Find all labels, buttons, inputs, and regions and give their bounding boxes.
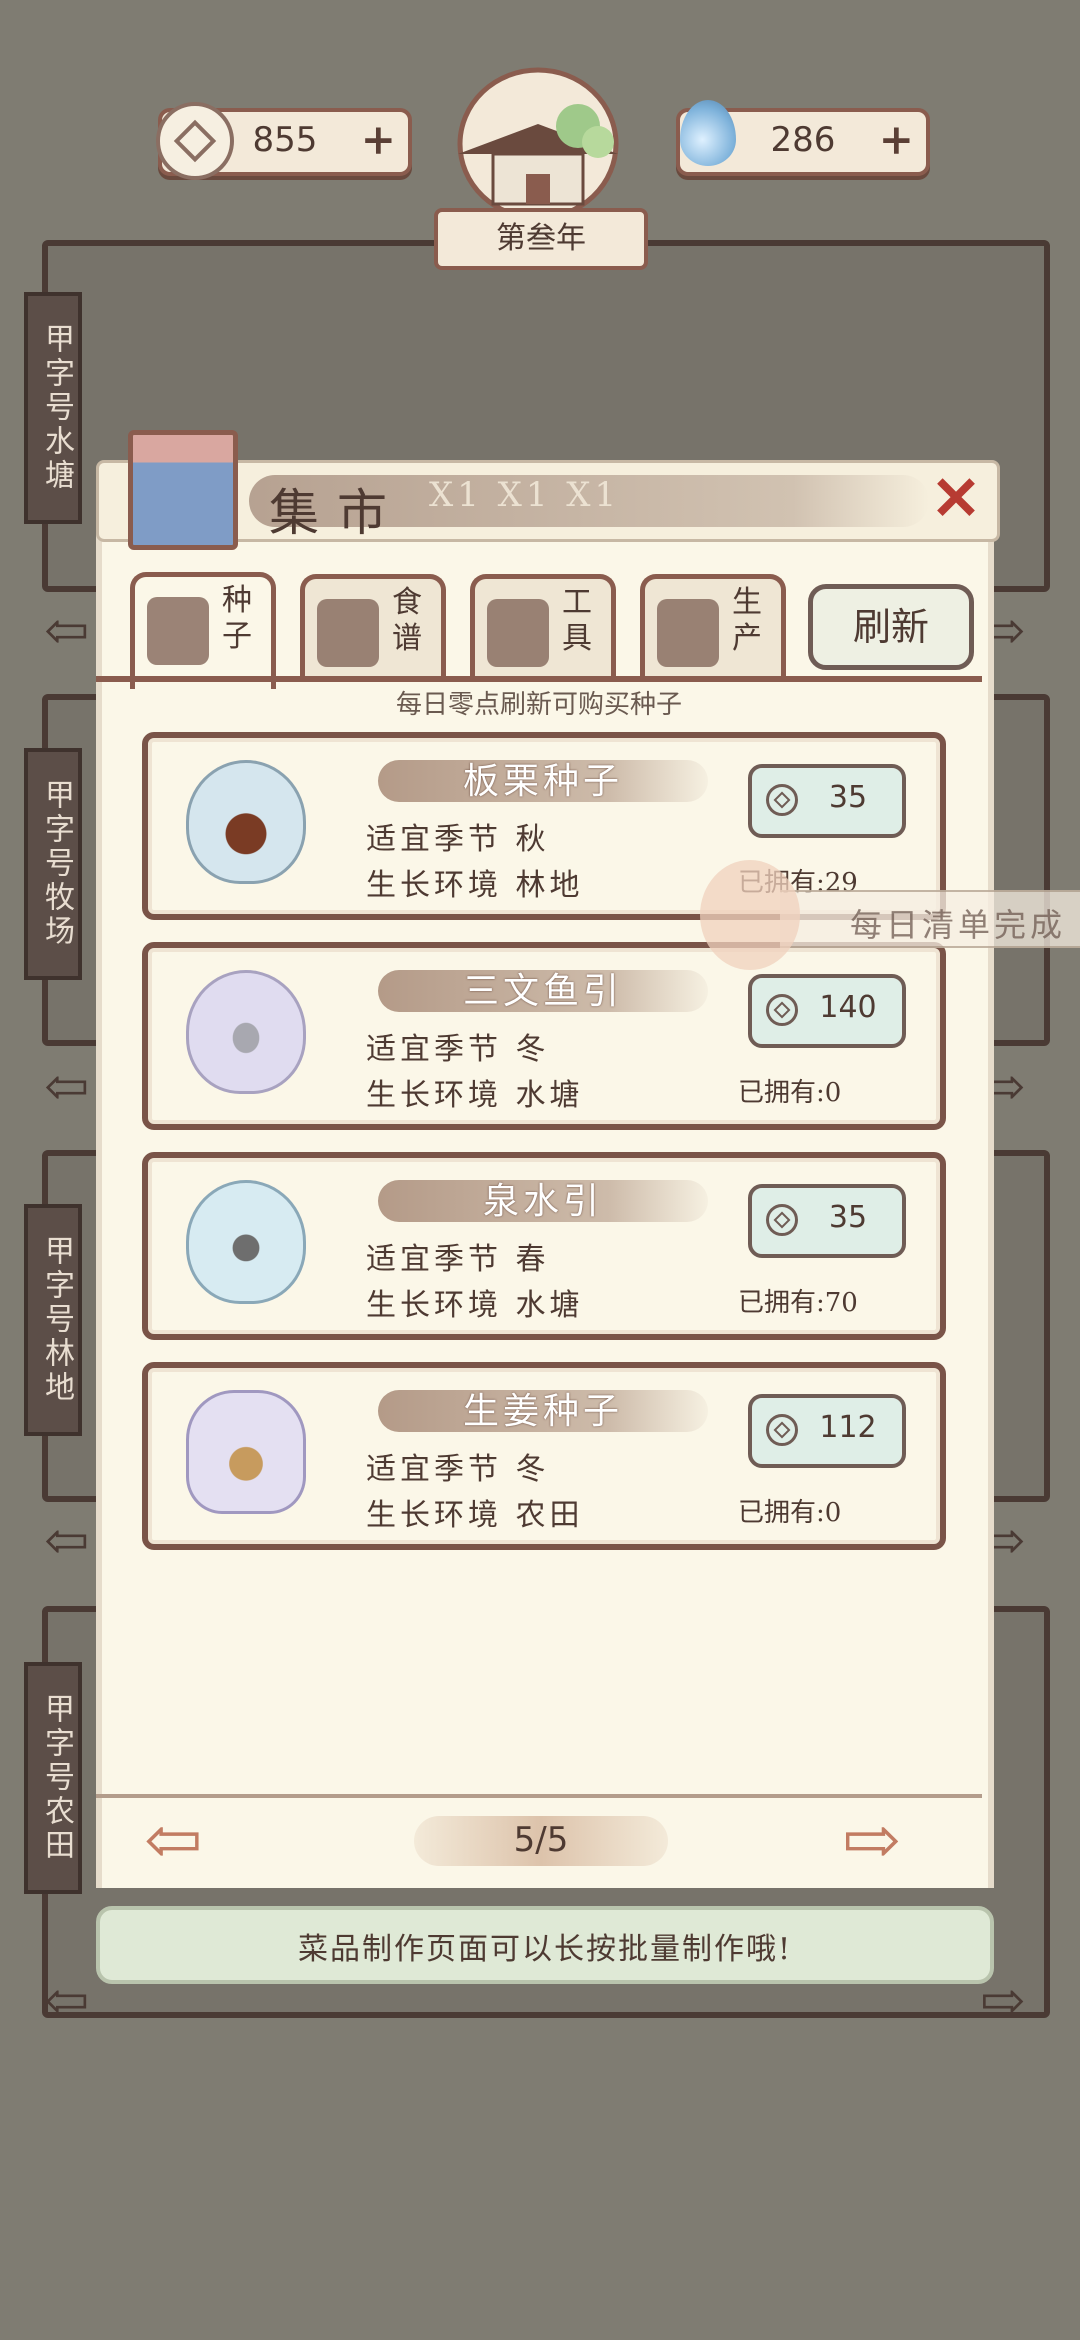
coin-icon xyxy=(766,1414,798,1446)
side-tag-forest[interactable]: 甲字号林地 xyxy=(24,1204,82,1436)
left-arrow-icon[interactable]: ⇦ xyxy=(44,1514,104,1568)
copper-coin-icon xyxy=(156,102,234,180)
mascot-icon xyxy=(700,860,800,970)
tab-production[interactable]: 生产 xyxy=(640,574,786,681)
tab-seeds[interactable]: 种子 xyxy=(130,572,276,689)
item-environment: 生长环境 水塘 xyxy=(366,1288,584,1323)
tab-tools[interactable]: 工具 xyxy=(470,574,616,681)
recipe-book-icon xyxy=(317,599,379,667)
ginger-seed-bag-icon xyxy=(186,1390,306,1514)
item-owned: 已拥有:0 xyxy=(738,1078,842,1108)
coin-icon xyxy=(766,784,798,816)
side-tag-field[interactable]: 甲字号农田 xyxy=(24,1662,82,1894)
side-tag-pond[interactable]: 甲字号水塘 xyxy=(24,292,82,524)
item-card[interactable]: 三文鱼引 适宜季节 冬 生长环境 水塘 140 已拥有:0 xyxy=(142,942,946,1130)
left-arrow-icon[interactable]: ⇦ xyxy=(44,604,104,658)
refresh-button[interactable]: 刷新 xyxy=(808,584,974,670)
next-page-button[interactable]: ⇨ xyxy=(842,1805,934,1875)
refresh-notice: 每日零点刷新可购买种子 xyxy=(395,690,682,720)
tab-tools-label: 工具 xyxy=(562,585,592,656)
item-name: 泉水引 xyxy=(482,1181,603,1222)
buy-button[interactable]: 140 xyxy=(748,974,906,1048)
close-button[interactable]: ✕ xyxy=(925,469,987,531)
add-coins-button[interactable]: + xyxy=(361,118,396,162)
side-tag-ranch[interactable]: 甲字号牧场 xyxy=(24,748,82,980)
tool-icon xyxy=(487,599,549,667)
daily-checklist-banner[interactable]: 每日清单完成 xyxy=(680,860,1080,970)
prev-page-button[interactable]: ⇦ xyxy=(144,1805,236,1875)
item-price: 35 xyxy=(828,1200,868,1235)
item-price: 35 xyxy=(828,780,868,815)
item-environment: 生长环境 水塘 xyxy=(366,1078,584,1113)
panel-title: 集市 xyxy=(269,484,405,542)
tab-seeds-label: 种子 xyxy=(222,583,252,654)
item-name: 板栗种子 xyxy=(462,761,623,802)
item-name: 三文鱼引 xyxy=(462,971,623,1012)
market-stall-icon xyxy=(128,430,238,550)
coin-icon xyxy=(766,1204,798,1236)
tip-text: 菜品制作页面可以长按批量制作哦! xyxy=(297,1932,793,1967)
tab-recipes[interactable]: 食谱 xyxy=(300,574,446,681)
tab-divider xyxy=(96,676,982,682)
seed-bag-icon xyxy=(147,597,209,665)
add-jade-button[interactable]: + xyxy=(879,118,914,162)
tab-production-label: 生产 xyxy=(732,585,762,656)
coin-icon xyxy=(766,994,798,1026)
item-season: 适宜季节 冬 xyxy=(366,1452,550,1487)
tab-recipes-label: 食谱 xyxy=(392,585,422,656)
item-card[interactable]: 生姜种子 适宜季节 冬 生长环境 农田 112 已拥有:0 xyxy=(142,1362,946,1550)
left-arrow-icon[interactable]: ⇦ xyxy=(44,1974,104,2028)
item-season: 适宜季节 冬 xyxy=(366,1032,550,1067)
house-emblem xyxy=(438,64,638,221)
item-environment: 生长环境 农田 xyxy=(366,1498,584,1533)
pager-divider xyxy=(96,1794,982,1798)
item-season: 适宜季节 秋 xyxy=(366,822,550,857)
item-season: 适宜季节 春 xyxy=(366,1242,550,1277)
item-name: 生姜种子 xyxy=(462,1391,623,1432)
daily-banner-text: 每日清单完成 xyxy=(850,906,1067,944)
item-price: 112 xyxy=(819,1410,877,1445)
item-owned: 已拥有:0 xyxy=(738,1498,842,1528)
item-price: 140 xyxy=(819,990,877,1025)
item-card[interactable]: 泉水引 适宜季节 春 生长环境 水塘 35 已拥有:70 xyxy=(142,1152,946,1340)
left-arrow-icon[interactable]: ⇦ xyxy=(44,1060,104,1114)
page-indicator: 5/5 xyxy=(513,1820,569,1860)
buy-button[interactable]: 35 xyxy=(748,1184,906,1258)
item-environment: 生长环境 林地 xyxy=(366,868,584,903)
salmon-fishbowl-icon xyxy=(186,970,306,1094)
production-icon xyxy=(657,599,719,667)
buy-button[interactable]: 112 xyxy=(748,1394,906,1468)
chestnut-seed-icon xyxy=(186,760,306,884)
year-label: 第叁年 xyxy=(434,208,648,270)
item-owned: 已拥有:70 xyxy=(738,1288,858,1318)
purchase-counts: X1 X1 X1 xyxy=(429,475,621,515)
buy-button[interactable]: 35 xyxy=(748,764,906,838)
spring-water-bowl-icon xyxy=(186,1180,306,1304)
right-arrow-icon[interactable]: ⇨ xyxy=(980,1974,1040,2028)
tip-bar: 菜品制作页面可以长按批量制作哦! xyxy=(96,1906,994,1984)
